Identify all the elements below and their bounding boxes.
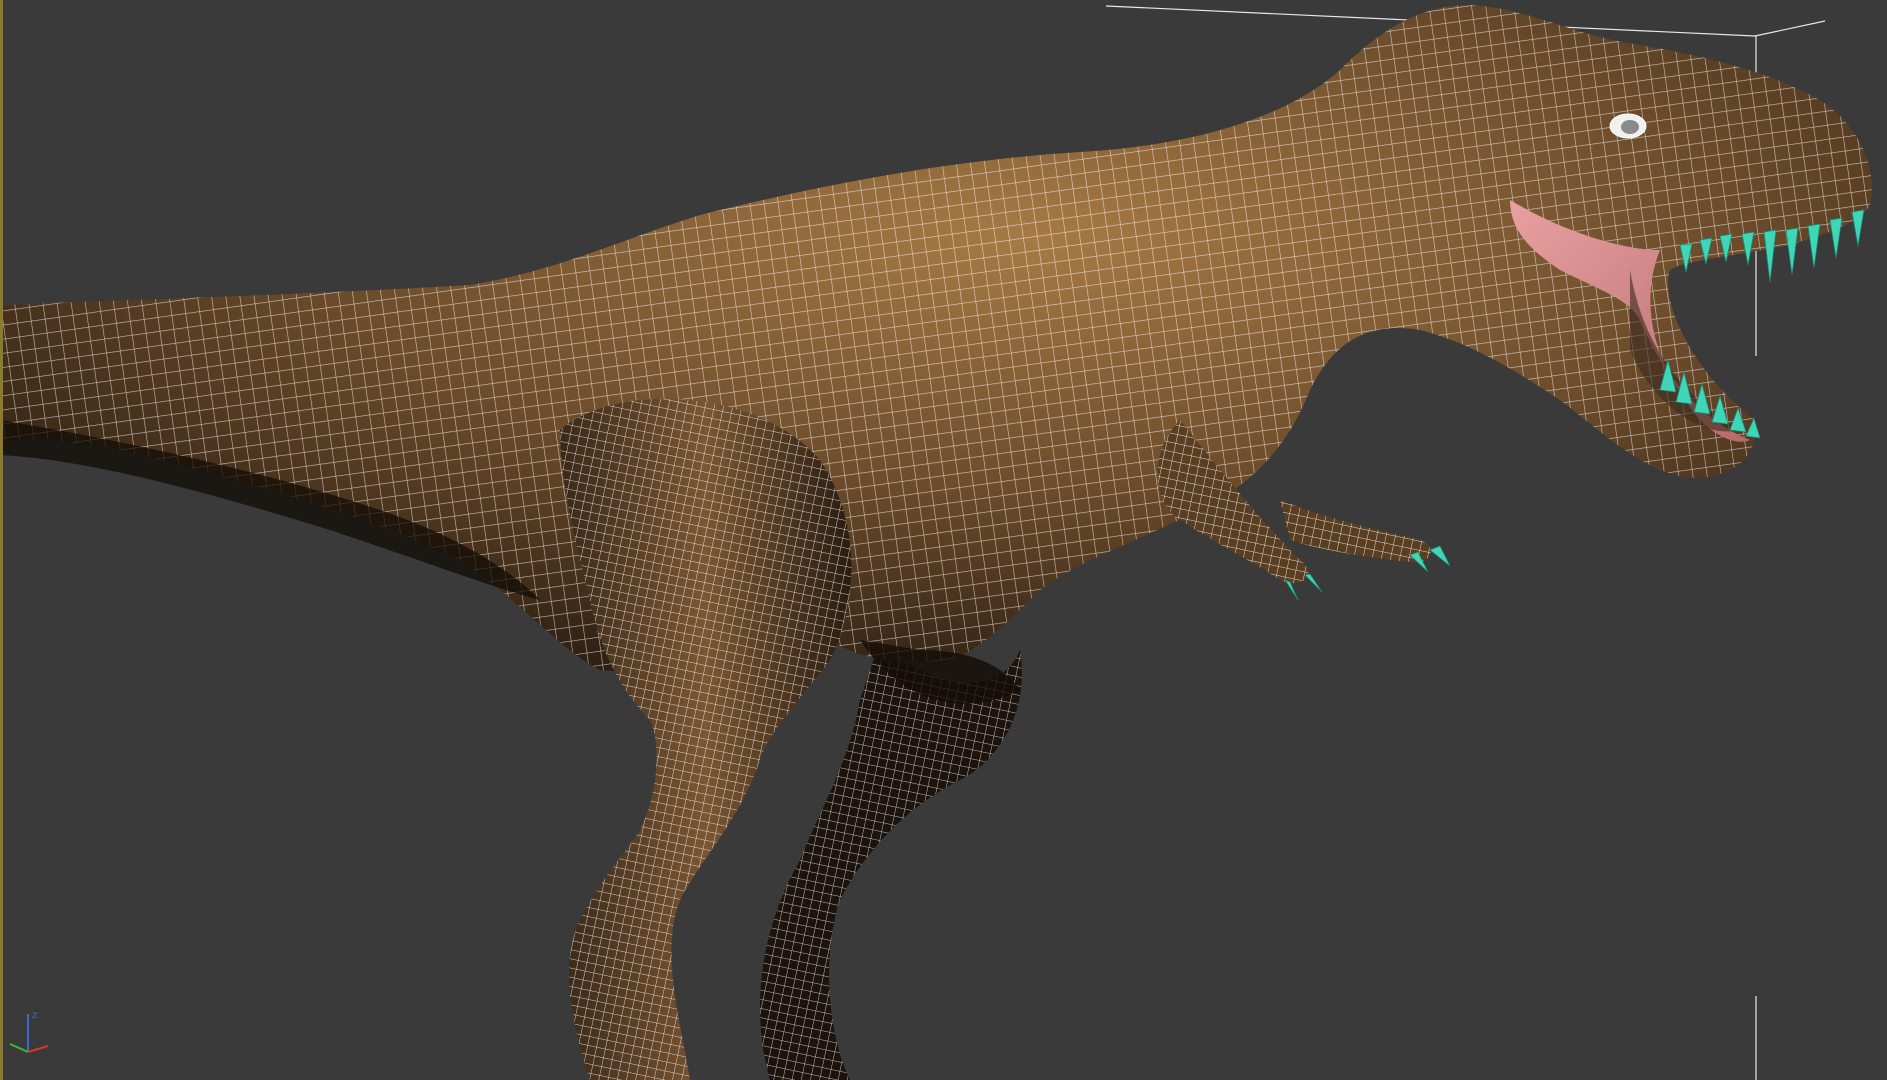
dinosaur-arms (1157, 420, 1431, 584)
dinosaur-far-leg (760, 640, 1022, 1080)
dinosaur-eye (1609, 113, 1647, 139)
perspective-viewport[interactable]: z (0, 0, 1887, 1080)
scene-canvas[interactable] (0, 0, 1887, 1080)
axis-gizmo-icon: z (9, 1010, 49, 1053)
dinosaur-body (0, 5, 1872, 704)
z-axis-label: z (32, 1010, 37, 1021)
active-viewport-border (0, 0, 3, 1080)
